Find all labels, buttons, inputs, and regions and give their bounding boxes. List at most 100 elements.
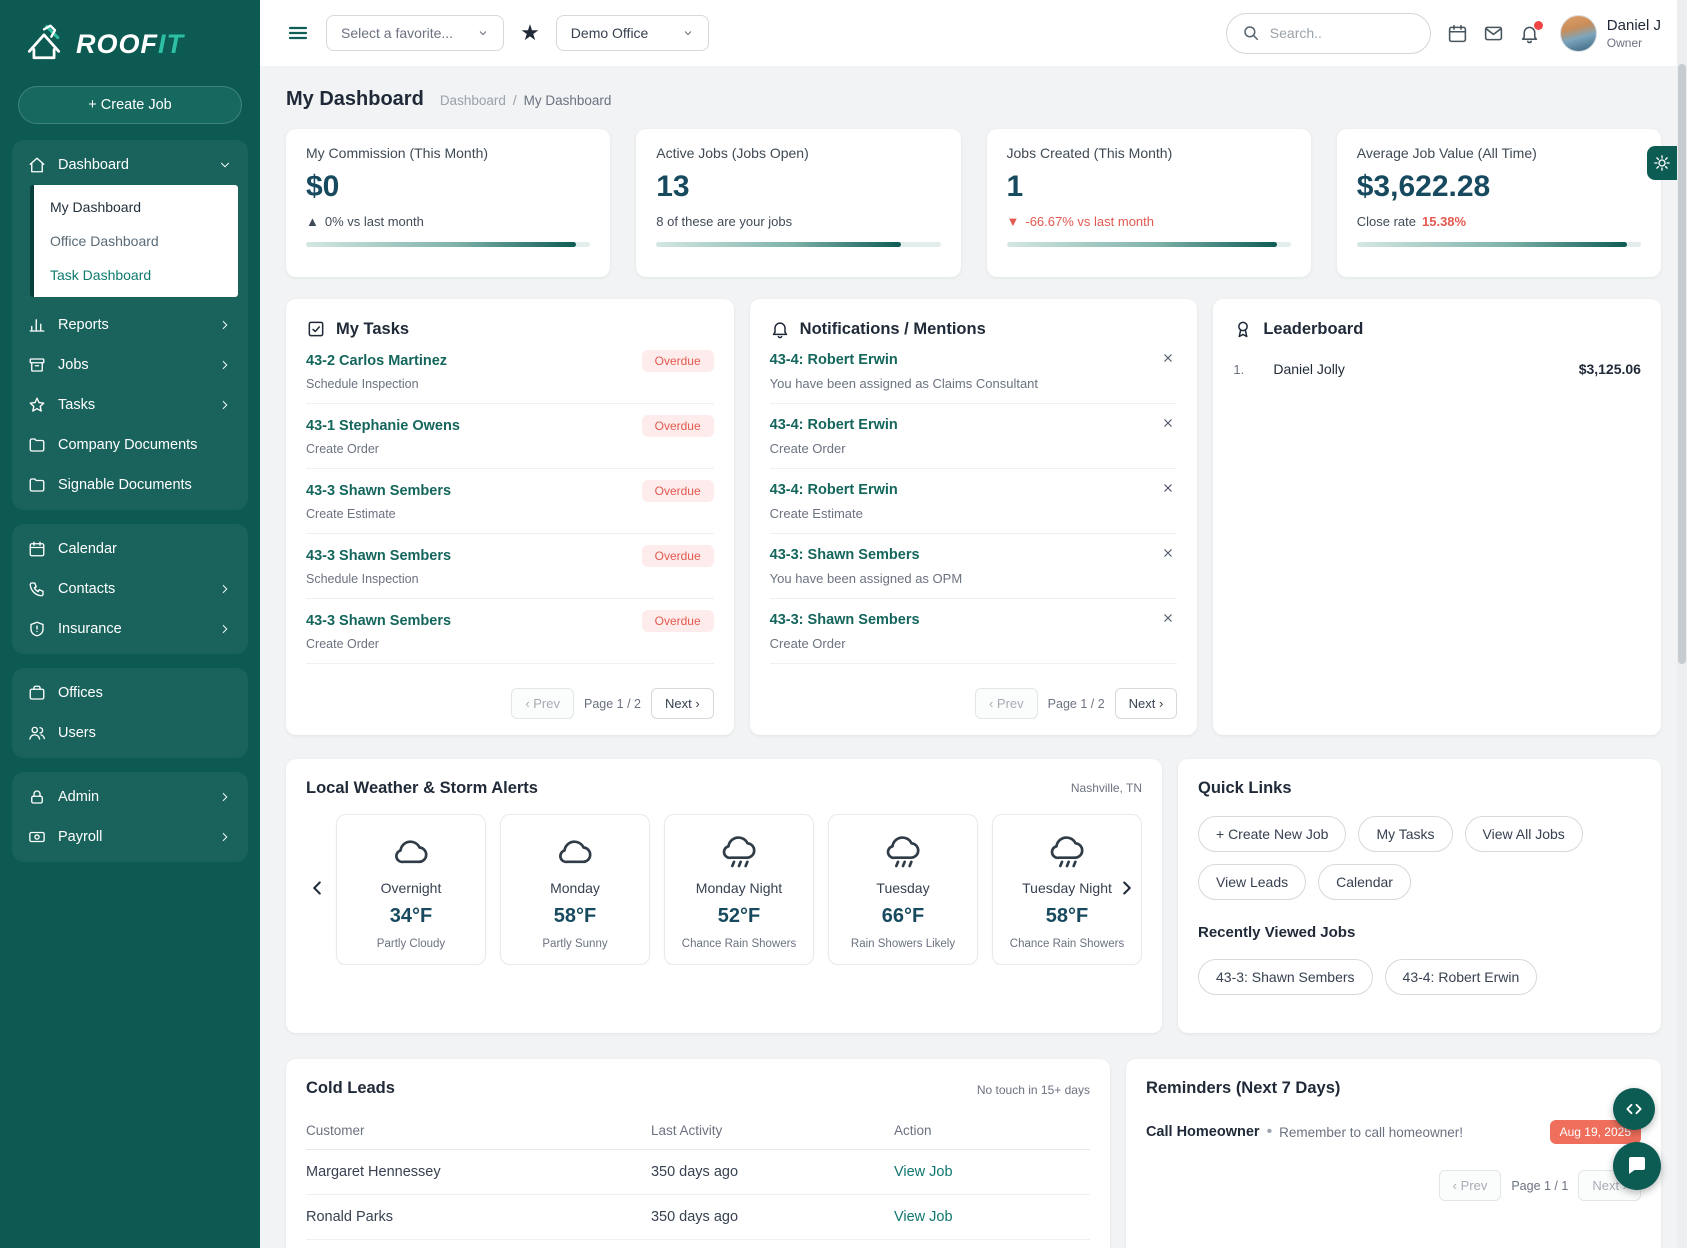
recent-job-link[interactable]: 43-4: Robert Erwin — [1385, 959, 1538, 995]
quick-link-calendar[interactable]: Calendar — [1318, 864, 1411, 900]
lead-last-activity: 350 days ago — [651, 1150, 894, 1195]
sidebar-item-task-dashboard[interactable]: Task Dashboard — [34, 258, 238, 292]
next-page-button[interactable]: Next › — [651, 688, 714, 719]
notification-job-link[interactable]: 43-4: Robert Erwin — [770, 352, 898, 368]
forecast-condition: Chance Rain Showers — [673, 937, 805, 952]
create-job-button[interactable]: + Create Job — [18, 86, 242, 124]
messages-button[interactable] — [1483, 23, 1504, 44]
view-job-link[interactable]: View Job — [894, 1209, 953, 1225]
sidebar-item-my-dashboard[interactable]: My Dashboard — [34, 190, 238, 224]
prev-page-button[interactable]: ‹ Prev — [511, 688, 574, 719]
prev-page-button[interactable]: ‹ Prev — [975, 688, 1038, 719]
quick-link-my-tasks[interactable]: My Tasks — [1358, 816, 1452, 852]
sidebar-item-company-documents[interactable]: Company Documents — [18, 425, 242, 465]
weather-tile: Monday 58°F Partly Sunny — [500, 814, 650, 965]
dismiss-notification-button[interactable] — [1161, 481, 1175, 498]
leaderboard-rank: 1. — [1233, 362, 1273, 377]
notification-job-link[interactable]: 43-4: Robert Erwin — [770, 417, 898, 433]
quick-link-create-new-job[interactable]: + Create New Job — [1198, 816, 1346, 852]
sidebar-item-label: Dashboard — [58, 157, 206, 173]
task-description: Create Estimate — [306, 507, 714, 521]
sidebar-item-users[interactable]: Users — [18, 713, 242, 753]
quick-link-view-leads[interactable]: View Leads — [1198, 864, 1306, 900]
sidebar-item-calendar[interactable]: Calendar — [18, 529, 242, 569]
sidebar-item-contacts[interactable]: Contacts — [18, 569, 242, 609]
task-job-link[interactable]: 43-3 Shawn Sembers — [306, 548, 451, 564]
menu-toggle-button[interactable] — [286, 21, 310, 45]
avatar — [1560, 15, 1597, 52]
scrollbar-thumb[interactable] — [1678, 64, 1686, 664]
quick-links-header: Quick Links — [1198, 779, 1641, 798]
sidebar-item-tasks[interactable]: Tasks — [18, 385, 242, 425]
envelope-icon — [1483, 23, 1504, 44]
breadcrumb-root[interactable]: Dashboard — [440, 93, 506, 108]
dismiss-notification-button[interactable] — [1161, 351, 1175, 368]
notification-job-link[interactable]: 43-3: Shawn Sembers — [770, 547, 920, 563]
sidebar-item-offices[interactable]: Offices — [18, 673, 242, 713]
chat-launcher-button[interactable] — [1613, 1142, 1661, 1190]
stat-subtext-label: 8 of these are your jobs — [656, 214, 792, 229]
trend-up-icon: ▲ — [306, 214, 319, 229]
dismiss-notification-button[interactable] — [1161, 416, 1175, 433]
chevron-right-icon — [218, 830, 232, 844]
reminder-title: Call Homeowner — [1146, 1124, 1260, 1140]
carousel-next-button[interactable] — [1116, 877, 1138, 902]
forecast-period: Tuesday — [837, 880, 969, 896]
status-badge: Overdue — [642, 545, 714, 567]
sidebar-item-reports[interactable]: Reports — [18, 305, 242, 345]
weather-tile: Monday Night 52°F Chance Rain Showers — [664, 814, 814, 965]
calendar-button[interactable] — [1447, 23, 1468, 44]
sidebar-item-jobs[interactable]: Jobs — [18, 345, 242, 385]
dismiss-notification-button[interactable] — [1161, 546, 1175, 563]
search-input[interactable] — [1270, 25, 1415, 41]
vertical-scrollbar[interactable] — [1677, 0, 1687, 1248]
task-job-link[interactable]: 43-2 Carlos Martinez — [306, 353, 447, 369]
card-title: My Tasks — [336, 320, 409, 339]
sidebar-item-admin[interactable]: Admin — [18, 777, 242, 817]
task-job-link[interactable]: 43-3 Shawn Sembers — [306, 613, 451, 629]
stat-label: Active Jobs (Jobs Open) — [656, 145, 940, 161]
forecast-condition: Partly Cloudy — [345, 937, 477, 952]
chevron-down-icon — [218, 158, 232, 172]
notification-job-link[interactable]: 43-4: Robert Erwin — [770, 482, 898, 498]
sidebar-item-signable-documents[interactable]: Signable Documents — [18, 465, 242, 505]
recent-job-link[interactable]: 43-3: Shawn Sembers — [1198, 959, 1373, 995]
bell-icon — [770, 319, 790, 339]
lock-icon — [28, 788, 46, 806]
sidebar-item-insurance[interactable]: Insurance — [18, 609, 242, 649]
code-toggle-button[interactable] — [1613, 1088, 1655, 1130]
notification-job-link[interactable]: 43-3: Shawn Sembers — [770, 612, 920, 628]
quick-link-view-all-jobs[interactable]: View All Jobs — [1465, 816, 1583, 852]
close-icon — [1161, 546, 1175, 560]
next-page-button[interactable]: Next › — [1115, 688, 1178, 719]
task-job-link[interactable]: 43-3 Shawn Sembers — [306, 483, 451, 499]
status-badge: Overdue — [642, 610, 714, 632]
sidebar-item-label: Tasks — [58, 397, 206, 413]
stat-value: 13 — [656, 170, 940, 204]
carousel-prev-button[interactable] — [306, 877, 328, 902]
chevron-right-icon — [218, 318, 232, 332]
reminders-header: Reminders (Next 7 Days) — [1146, 1079, 1641, 1098]
hamburger-icon — [286, 21, 310, 45]
sidebar-item-office-dashboard[interactable]: Office Dashboard — [34, 224, 238, 258]
prev-page-button[interactable]: ‹ Prev — [1439, 1170, 1502, 1201]
brand-logo[interactable]: ROOFIT — [12, 14, 248, 86]
chevron-down-icon — [477, 27, 489, 39]
task-job-link[interactable]: 43-1 Stephanie Owens — [306, 418, 460, 434]
sidebar-item-label: Contacts — [58, 581, 206, 597]
favorite-star-icon[interactable]: ★ — [520, 22, 540, 44]
sidebar-item-label: Reports — [58, 317, 206, 333]
stat-label: My Commission (This Month) — [306, 145, 590, 161]
dashboard-settings-button[interactable] — [1647, 146, 1677, 180]
main-area: Select a favorite... ★ Demo Office — [260, 0, 1687, 1248]
office-select[interactable]: Demo Office — [556, 15, 710, 51]
notifications-button[interactable] — [1519, 23, 1540, 44]
favorite-select[interactable]: Select a favorite... — [326, 15, 504, 51]
sidebar-item-payroll[interactable]: Payroll — [18, 817, 242, 857]
view-job-link[interactable]: View Job — [894, 1164, 953, 1180]
user-menu[interactable]: Daniel J Owner — [1560, 15, 1661, 52]
stat-label: Jobs Created (This Month) — [1007, 145, 1291, 161]
sidebar-item-label: Admin — [58, 789, 206, 805]
dismiss-notification-button[interactable] — [1161, 611, 1175, 628]
sidebar-item-dashboard[interactable]: Dashboard — [18, 145, 242, 185]
